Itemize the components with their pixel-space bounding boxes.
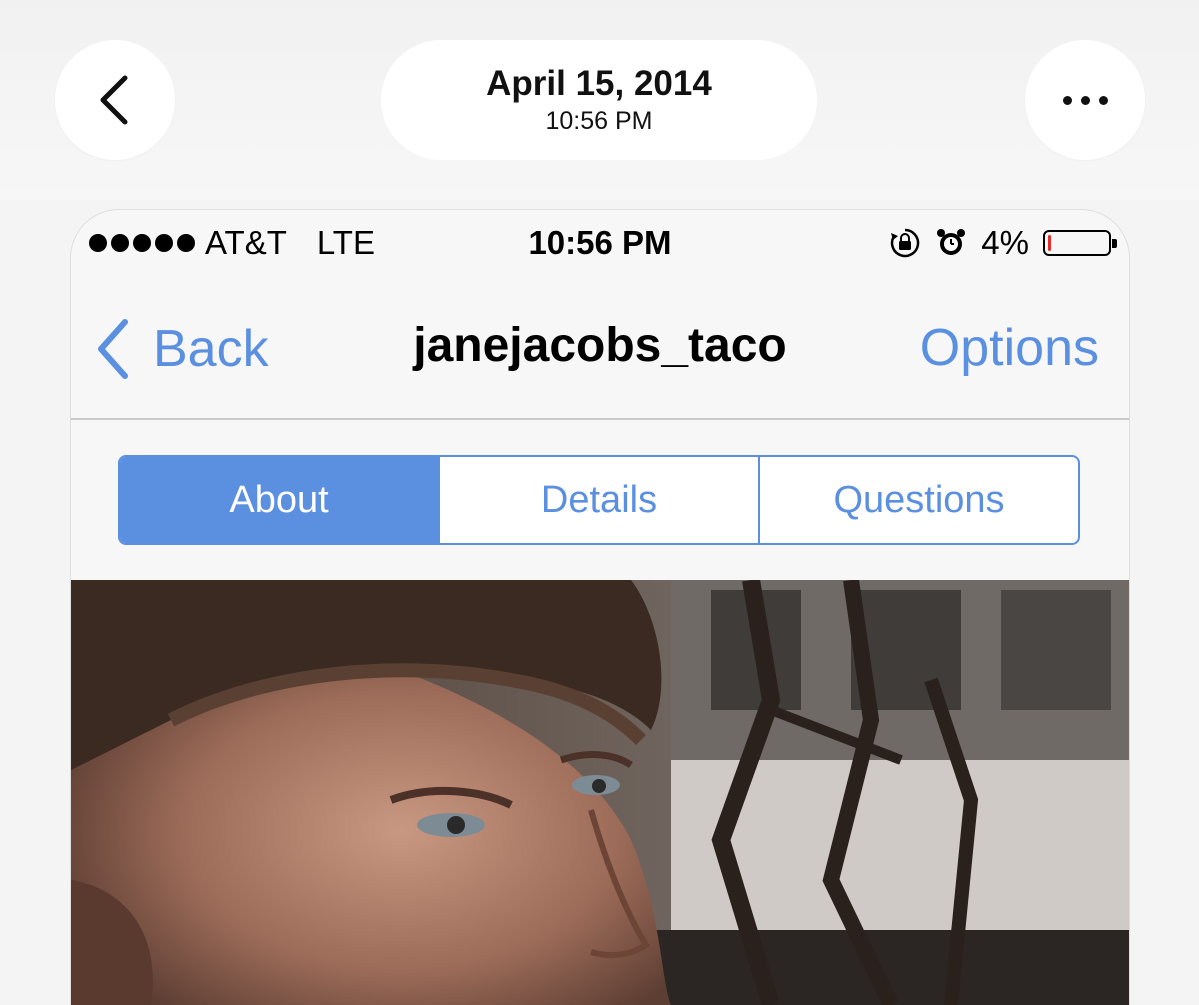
tab-questions[interactable]: Questions: [758, 457, 1078, 543]
profile-photo: [71, 578, 1129, 1005]
photo-viewer-header: April 15, 2014 10:56 PM: [0, 0, 1199, 200]
status-bar: AT&T LTE 10:56 PM 4%: [71, 210, 1129, 280]
tab-details[interactable]: Details: [438, 457, 758, 543]
navigation-bar: Back janejacobs_taco Options: [71, 280, 1129, 420]
battery-icon: [1043, 230, 1117, 256]
photo-date: April 15, 2014: [486, 64, 712, 103]
alarm-clock-icon: [937, 229, 966, 255]
chevron-left-icon: [100, 75, 128, 125]
profile-photo-image: [71, 578, 1129, 1005]
date-pill: April 15, 2014 10:56 PM: [381, 40, 817, 160]
battery-percent: 4%: [981, 224, 1029, 261]
viewer-back-button[interactable]: [55, 40, 175, 160]
options-button[interactable]: Options: [920, 318, 1099, 378]
phone-screenshot: AT&T LTE 10:56 PM 4% Back janejacobs_tac…: [71, 210, 1129, 1005]
segmented-control: About Details Questions: [118, 455, 1080, 545]
rotation-lock-icon: [891, 228, 920, 258]
photo-time: 10:56 PM: [545, 107, 653, 135]
tab-about[interactable]: About: [120, 457, 438, 543]
more-button[interactable]: [1025, 40, 1145, 160]
ellipsis-icon: [1062, 95, 1108, 105]
segment-area: About Details Questions: [71, 420, 1129, 580]
